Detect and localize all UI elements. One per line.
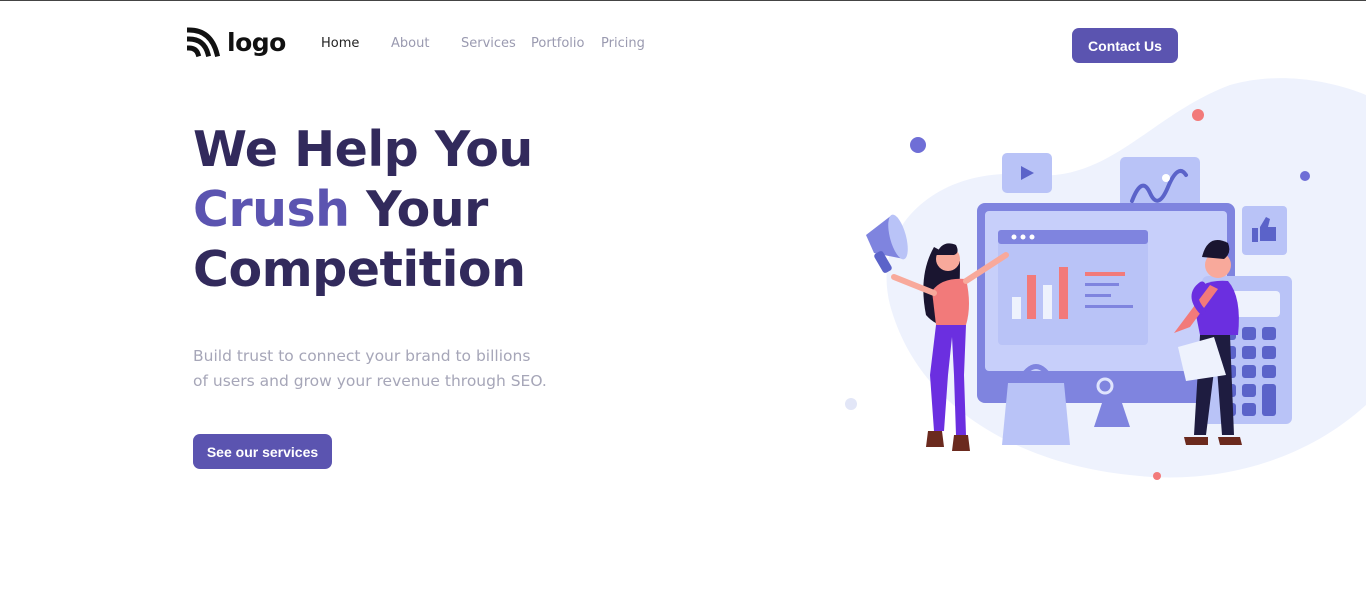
hero-subtitle-line1: Build trust to connect your brand to bil… bbox=[193, 347, 531, 365]
decor-dot bbox=[1192, 109, 1204, 121]
hero-title: We Help You Crush Your Competition bbox=[193, 120, 533, 300]
hero-title-accent: Crush bbox=[193, 181, 350, 238]
window-top-border bbox=[0, 0, 1366, 1]
hero-title-line1: We Help You bbox=[193, 121, 533, 178]
play-icon bbox=[1002, 153, 1052, 193]
decor-dot bbox=[1153, 472, 1161, 480]
hero-subtitle-line2: of users and grow your revenue through S… bbox=[193, 372, 547, 390]
decor-dot bbox=[845, 398, 857, 410]
decor-dot bbox=[910, 137, 926, 153]
nav-services[interactable]: Services bbox=[461, 36, 516, 51]
contact-us-button[interactable]: Contact Us bbox=[1072, 28, 1178, 63]
nav-pricing[interactable]: Pricing bbox=[601, 36, 645, 51]
nav-home[interactable]: Home bbox=[321, 36, 359, 51]
logo-icon bbox=[187, 27, 221, 58]
logo[interactable]: logo bbox=[187, 26, 286, 58]
decor-dot bbox=[1300, 171, 1310, 181]
hero-subtitle: Build trust to connect your brand to bil… bbox=[193, 344, 573, 394]
hero-title-line3: Competition bbox=[193, 241, 526, 298]
nav-about[interactable]: About bbox=[391, 36, 429, 51]
nav-portfolio[interactable]: Portfolio bbox=[531, 36, 584, 51]
logo-text: logo bbox=[227, 27, 286, 57]
hero-title-line2: Your bbox=[349, 181, 488, 238]
see-services-button[interactable]: See our services bbox=[193, 434, 332, 469]
thumbs-up-icon bbox=[1242, 206, 1287, 255]
hero-illustration bbox=[845, 78, 1366, 480]
